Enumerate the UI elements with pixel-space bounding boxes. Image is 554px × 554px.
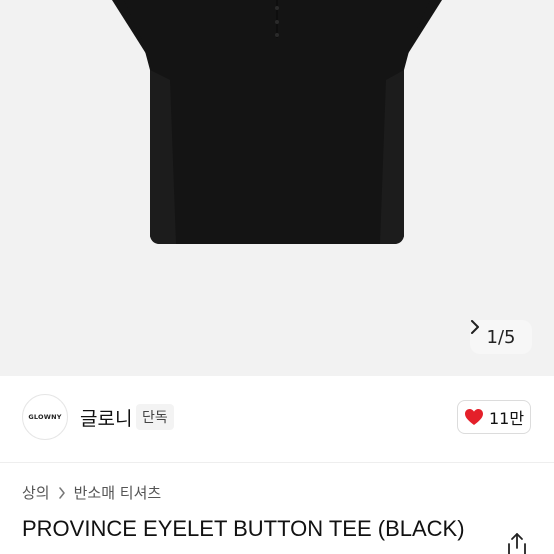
brand-row: GLOWNY 글로니 단독 11만 — [0, 376, 554, 460]
breadcrumb-item-short-sleeve[interactable]: 반소매 티셔츠 — [74, 482, 162, 503]
chevron-right-icon — [58, 486, 65, 499]
like-button[interactable]: 11만 — [457, 400, 531, 434]
product-title: PROVINCE EYELET BUTTON TEE (BLACK) — [22, 516, 465, 541]
section-divider — [0, 462, 554, 463]
exclusive-badge: 단독 — [136, 404, 174, 430]
image-pager[interactable]: 1/5 — [470, 320, 532, 354]
like-count: 11만 — [488, 409, 525, 428]
breadcrumb-item-top[interactable]: 상의 — [22, 482, 50, 503]
brand-logo-text: GLOWNY — [28, 413, 62, 421]
brand-name-link[interactable]: 글로니 — [80, 404, 132, 431]
heart-icon — [464, 409, 483, 425]
brand-logo[interactable]: GLOWNY — [22, 394, 68, 440]
pager-count: 1/5 — [486, 326, 516, 348]
share-icon[interactable] — [504, 532, 530, 554]
breadcrumb: 상의 반소매 티셔츠 — [22, 482, 161, 503]
chevron-right-icon — [471, 320, 479, 334]
product-image-gallery[interactable]: 1/5 — [0, 0, 554, 376]
